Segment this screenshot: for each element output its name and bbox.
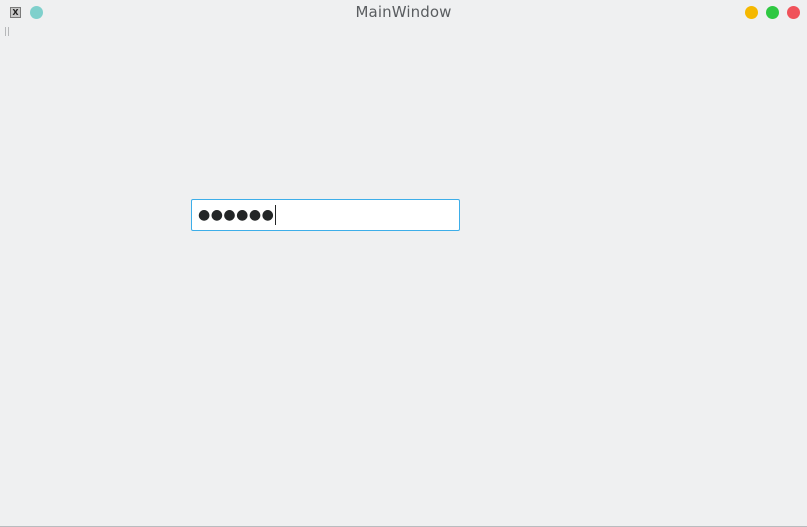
text-cursor	[275, 205, 277, 225]
password-input[interactable]: ●●●●●●	[191, 199, 460, 231]
password-masked-text: ●●●●●●	[198, 207, 275, 223]
main-window: X MainWindow ●●●●●●	[0, 0, 807, 527]
maximize-button[interactable]	[766, 6, 779, 19]
window-title: MainWindow	[355, 3, 452, 21]
close-button[interactable]	[787, 6, 800, 19]
title-bar[interactable]: X MainWindow	[0, 0, 807, 25]
minimize-button[interactable]	[745, 6, 758, 19]
toolbar-drag-handle[interactable]	[5, 27, 9, 36]
